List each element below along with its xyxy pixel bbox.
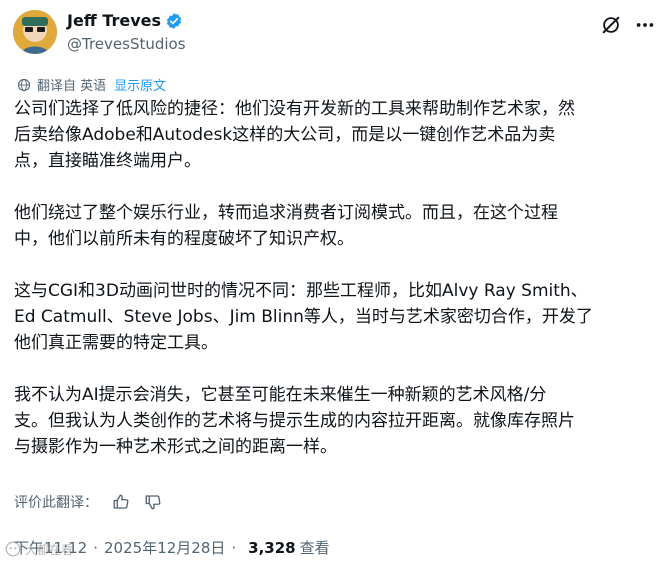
rate-translation-row: 评价此翻译： (14, 492, 162, 512)
tweet-paragraph-3: 这与CGI和3D动画问世时的情况不同：那些工程师，比如Alvy Ray Smit… (14, 281, 593, 353)
watermark: 大都在看 (4, 540, 73, 558)
translated-from-label: 翻译自 英语 (37, 79, 107, 94)
watermark-logo-icon (5, 541, 21, 557)
tweet-paragraph-1: 公司们选择了低风险的捷径：他们没有开发新的工具来帮助制作艺术家，然 后卖给像Ad… (14, 99, 575, 171)
watermark-text: 大都在看 (25, 542, 74, 557)
globe-icon (17, 78, 31, 91)
show-original-link[interactable]: 显示原文 (114, 75, 166, 94)
views-label: 查看 (299, 539, 330, 557)
tweet-paragraph-2: 他们绕过了整个娱乐行业，转而追求消费者订阅模式。而且，在这个过程 中，他们以前所… (14, 203, 558, 249)
meta-separator-2: · (231, 538, 237, 557)
views-count[interactable]: 3,328 (248, 539, 295, 557)
tweet-date[interactable]: 2025年12月28日 (104, 537, 225, 558)
author-name[interactable]: Jeff Treves (67, 11, 161, 30)
avatar-image (13, 10, 57, 54)
avatar[interactable] (13, 10, 57, 54)
author-name-row: Jeff Treves (67, 11, 183, 30)
rate-translation-label: 评价此翻译： (14, 495, 98, 511)
tweet-paragraph-4: 我不认为AI提示会消失，它甚至可能在未来催生一种新颖的艺术风格/分 支。但我认为… (14, 385, 575, 457)
verified-badge-icon (166, 12, 182, 29)
grok-icon[interactable] (600, 14, 622, 36)
meta-separator: · (93, 538, 99, 557)
thumb-up-icon[interactable] (112, 493, 130, 511)
thumb-down-icon[interactable] (144, 493, 162, 511)
more-icon[interactable] (634, 14, 656, 36)
translation-notice: 翻译自 英语 显示原文 (17, 75, 166, 94)
tweet-text: 公司们选择了低风险的捷径：他们没有开发新的工具来帮助制作艺术家，然 后卖给像Ad… (14, 96, 654, 486)
tweet-header: Jeff Treves @TrevesStudios (13, 10, 663, 60)
author-handle[interactable]: @TrevesStudios (67, 35, 186, 53)
